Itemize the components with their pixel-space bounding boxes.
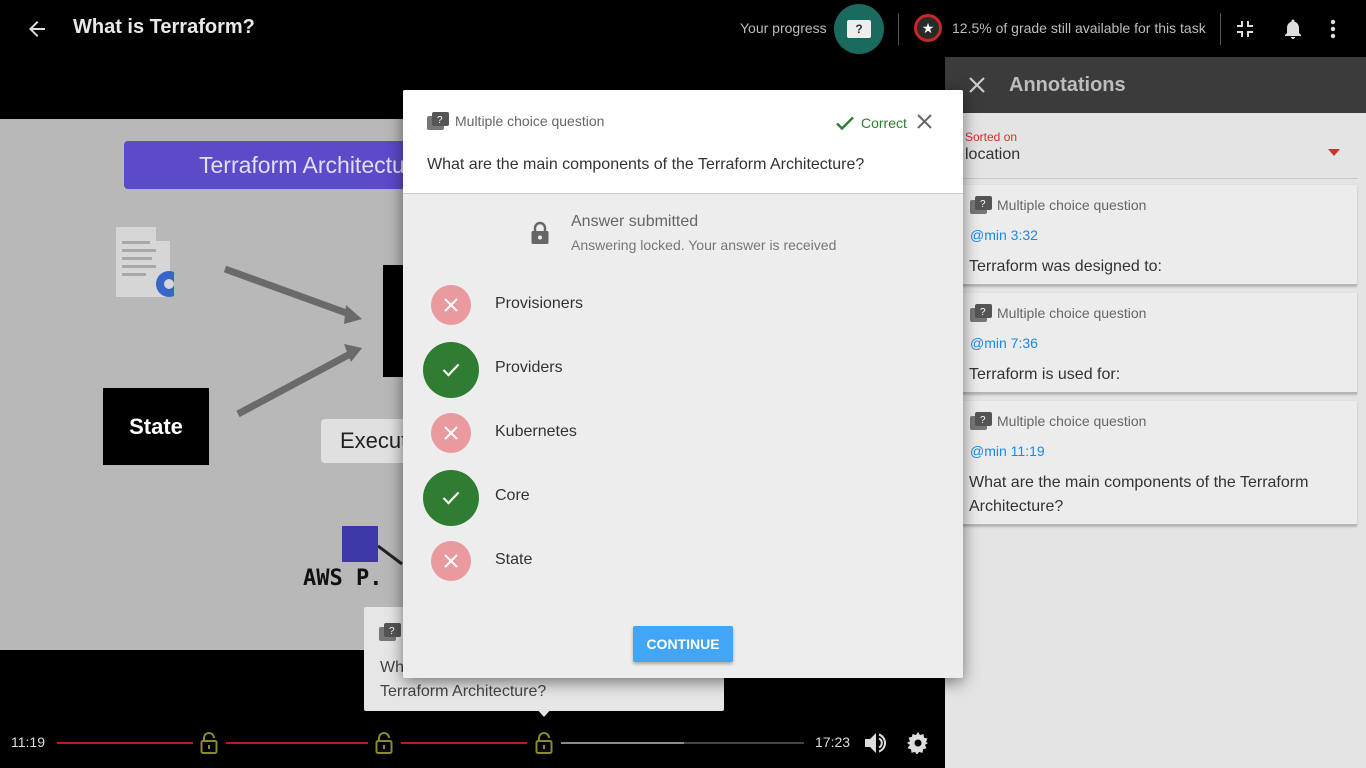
progress-track[interactable] — [57, 742, 193, 744]
grade-star-icon: ★ — [914, 14, 942, 42]
back-arrow-icon[interactable] — [24, 16, 50, 42]
question-card-icon: ? — [970, 412, 992, 430]
annotation-text: Terraform was designed to: — [969, 258, 1162, 275]
svg-text:?: ? — [437, 115, 443, 126]
answer-option: Core — [423, 470, 923, 526]
incorrect-icon — [431, 413, 471, 453]
answer-option: Provisioners — [423, 278, 923, 334]
tooltip-pointer — [536, 708, 552, 717]
question-card-icon: ? — [970, 304, 992, 322]
aws-provider-block — [342, 526, 378, 562]
top-bar: What is Terraform? Your progress ? ★ 12.… — [0, 0, 1366, 57]
sort-value: location — [965, 146, 1021, 163]
annotation-card[interactable]: ? Multiple choice question @min 3:32 Ter… — [963, 185, 1357, 286]
status-badge: Correct — [835, 113, 907, 133]
annotations-header: Annotations — [945, 57, 1366, 113]
answer-label: Core — [495, 487, 530, 504]
answer-label: Kubernetes — [495, 423, 577, 440]
divider — [898, 13, 899, 45]
answer-label: State — [495, 551, 533, 568]
unlocked-marker-icon[interactable] — [375, 732, 393, 754]
bell-icon[interactable] — [1280, 16, 1306, 42]
question-card-icon: ? — [427, 112, 449, 130]
annotation-type: Multiple choice question — [997, 305, 1147, 321]
answer-option: Providers — [423, 342, 923, 398]
settings-gear-icon[interactable] — [905, 730, 931, 756]
annotation-card[interactable]: ? Multiple choice question @min 11:19 Wh… — [963, 401, 1357, 526]
question-card-icon: ? — [379, 623, 401, 641]
svg-text:?: ? — [980, 415, 986, 426]
remaining-track[interactable] — [684, 742, 804, 744]
buffer-track[interactable] — [561, 742, 684, 744]
question-text: What are the main components of the Terr… — [427, 156, 865, 173]
sort-label: Sorted on — [965, 130, 1018, 144]
svg-text:?: ? — [980, 199, 986, 210]
annotations-title: Annotations — [1009, 74, 1126, 96]
unlocked-marker-icon[interactable] — [535, 732, 553, 754]
annotation-timestamp[interactable]: @min 11:19 — [970, 443, 1045, 459]
page-title: What is Terraform? — [73, 16, 255, 38]
svg-text:?: ? — [980, 307, 986, 318]
progress-indicator[interactable]: ? — [834, 4, 884, 54]
annotation-timestamp[interactable]: @min 3:32 — [970, 227, 1038, 243]
divider — [1220, 13, 1221, 45]
state-box: State — [103, 388, 209, 465]
annotation-timestamp[interactable]: @min 7:36 — [970, 335, 1038, 351]
current-time: 11:19 — [11, 734, 45, 750]
correct-check-icon — [423, 342, 479, 398]
question-modal: ? Multiple choice question Correct What … — [403, 90, 963, 678]
close-icon[interactable] — [913, 110, 935, 132]
question-card-icon: ? — [970, 196, 992, 214]
correct-check-icon — [423, 470, 479, 526]
submitted-subtitle: Answering locked. Your answer is receive… — [571, 237, 837, 253]
submitted-title: Answer submitted — [571, 213, 699, 230]
grade-text: 12.5% of grade still available for this … — [952, 20, 1206, 36]
unlocked-marker-icon[interactable] — [200, 732, 218, 754]
answer-option: Kubernetes — [423, 406, 923, 462]
progress-track[interactable] — [401, 742, 527, 744]
status-text: Correct — [861, 115, 907, 131]
close-icon[interactable] — [965, 73, 989, 97]
progress-label: Your progress — [740, 20, 827, 36]
continue-button[interactable]: CONTINUE — [633, 626, 733, 662]
progress-track[interactable] — [226, 742, 368, 744]
annotation-text: Terraform is used for: — [969, 366, 1121, 383]
incorrect-icon — [431, 541, 471, 581]
aws-label: AWS P. — [303, 566, 383, 591]
question-type: Multiple choice question — [455, 113, 605, 129]
document-gear-icon — [116, 227, 174, 297]
annotation-type: Multiple choice question — [997, 197, 1147, 213]
progress-badge: ? — [847, 20, 871, 38]
lock-icon — [531, 221, 549, 244]
answer-label: Providers — [495, 359, 563, 376]
annotation-type: Multiple choice question — [997, 413, 1147, 429]
sort-dropdown[interactable]: Sorted on location — [963, 125, 1358, 179]
chevron-down-icon — [1328, 149, 1340, 156]
incorrect-icon — [431, 285, 471, 325]
answer-label: Provisioners — [495, 295, 584, 312]
annotation-text: What are the main components of the Terr… — [969, 474, 1309, 515]
more-vertical-icon[interactable] — [1320, 16, 1346, 42]
checkmark-icon — [836, 116, 854, 131]
annotation-card[interactable]: ? Multiple choice question @min 7:36 Ter… — [963, 293, 1357, 394]
total-time: 17:23 — [815, 734, 851, 750]
volume-icon[interactable] — [863, 730, 889, 756]
answer-option: State — [423, 534, 923, 590]
exit-fullscreen-icon[interactable] — [1232, 16, 1258, 42]
svg-text:?: ? — [389, 626, 395, 637]
modal-header: ? Multiple choice question Correct What … — [403, 90, 963, 194]
